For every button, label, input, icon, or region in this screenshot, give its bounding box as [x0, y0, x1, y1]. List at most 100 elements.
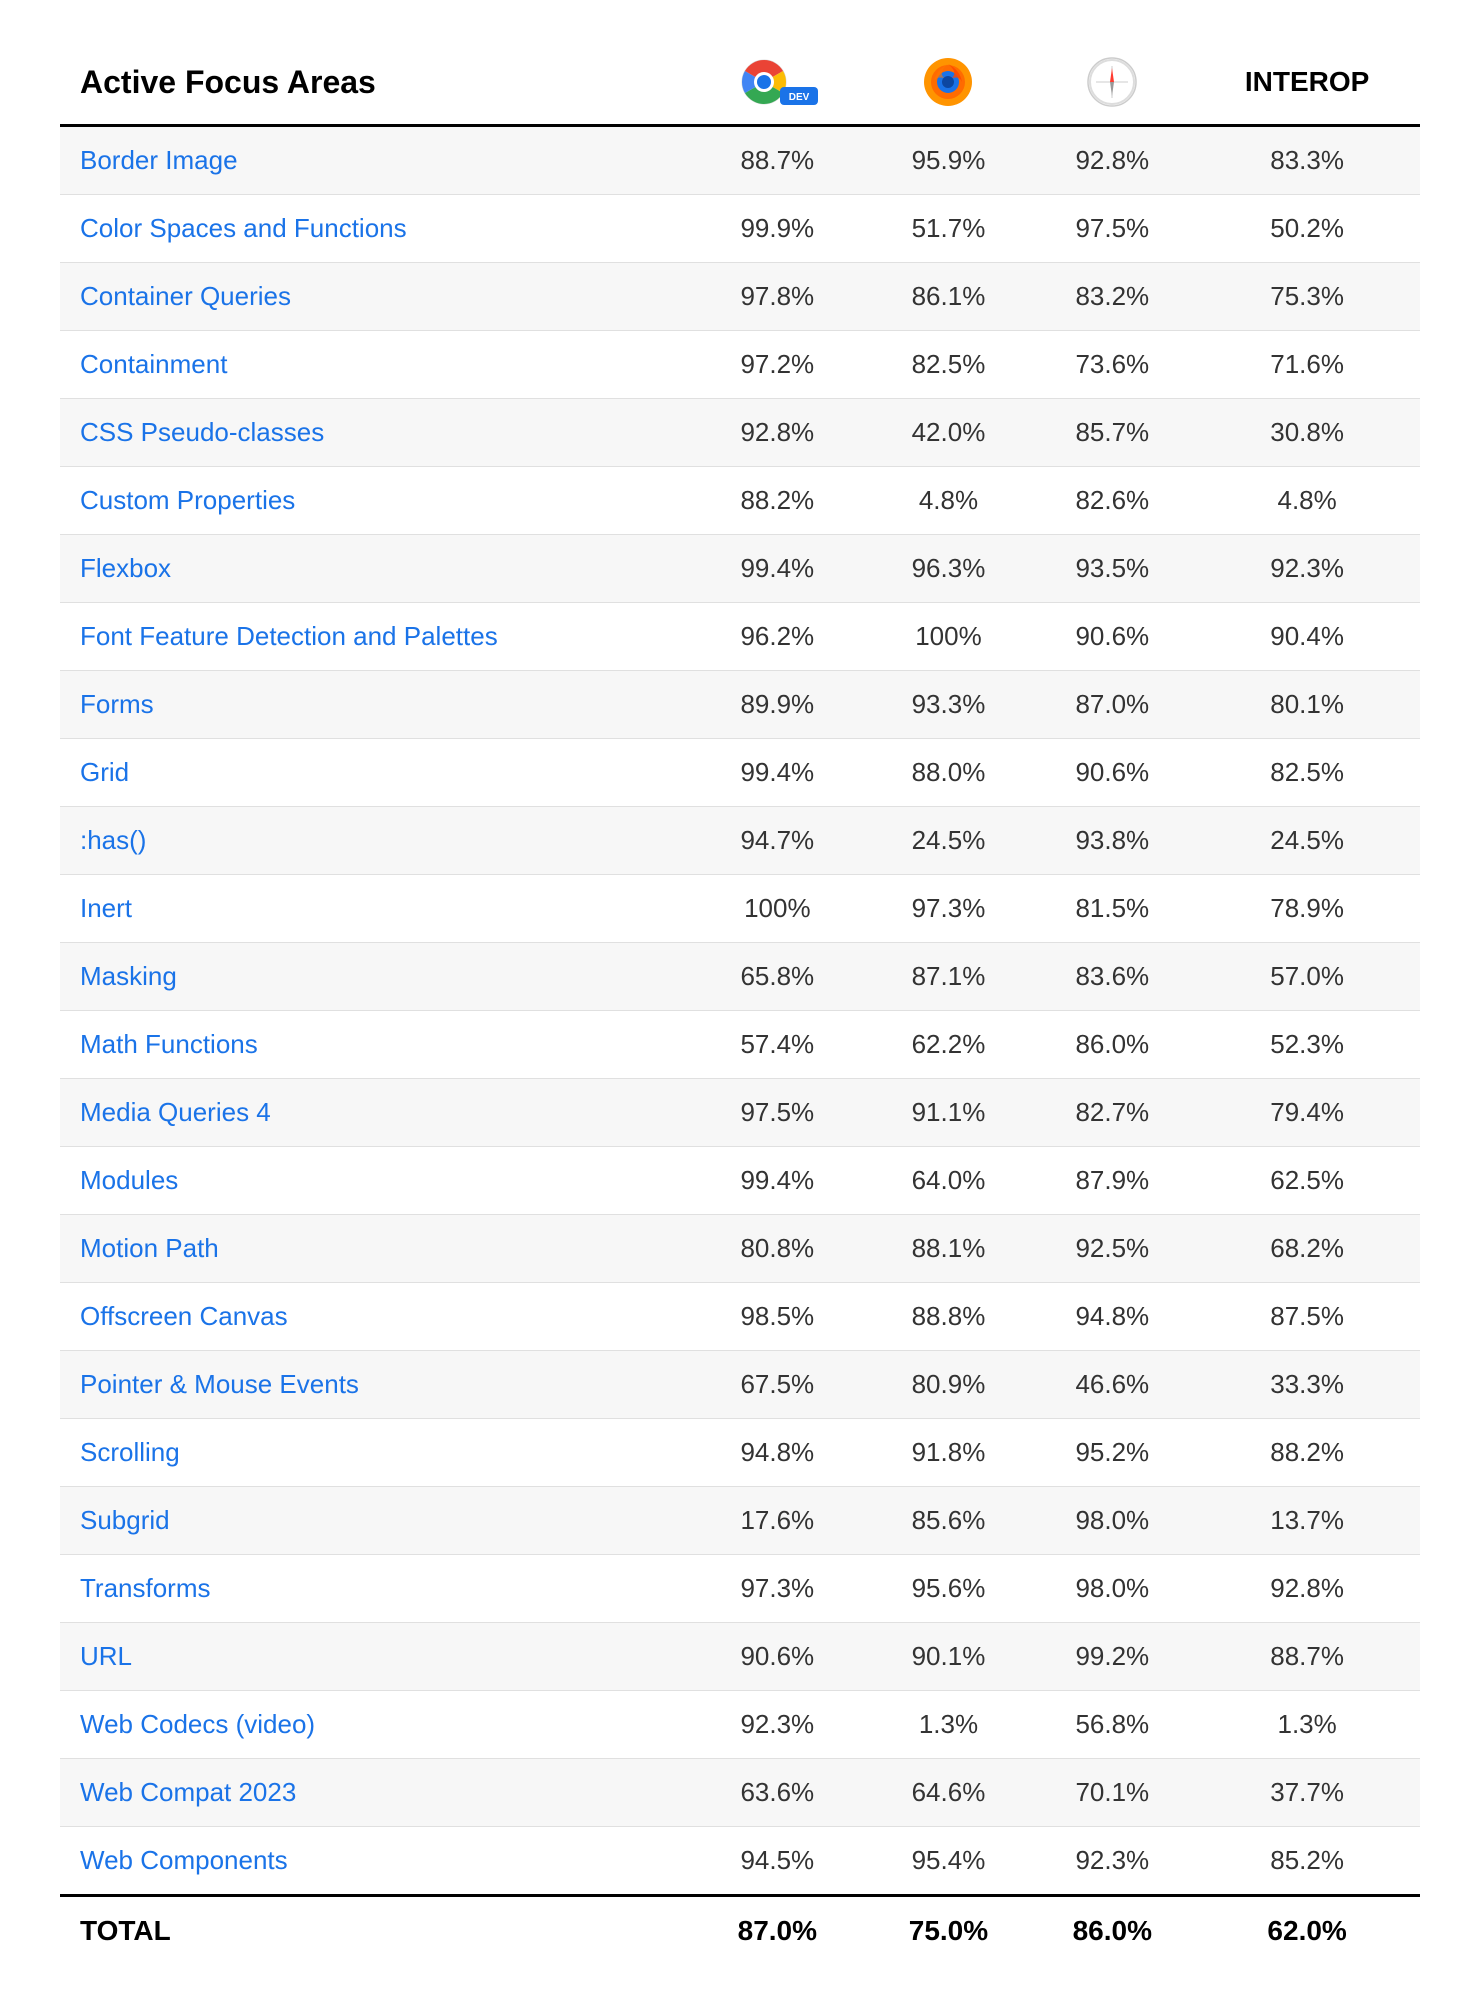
- row-feature-name[interactable]: Container Queries: [60, 263, 688, 331]
- row-chrome-value: 65.8%: [688, 943, 866, 1011]
- table-row: Media Queries 497.5%91.1%82.7%79.4%: [60, 1079, 1420, 1147]
- row-chrome-value: 94.7%: [688, 807, 866, 875]
- row-firefox-value: 62.2%: [867, 1011, 1031, 1079]
- table-row: Web Components94.5%95.4%92.3%85.2%: [60, 1827, 1420, 1896]
- row-safari-value: 83.2%: [1030, 263, 1194, 331]
- total-label: TOTAL: [60, 1896, 688, 1966]
- row-feature-name[interactable]: Flexbox: [60, 535, 688, 603]
- row-firefox-value: 95.9%: [867, 126, 1031, 195]
- row-feature-name[interactable]: Math Functions: [60, 1011, 688, 1079]
- row-firefox-value: 86.1%: [867, 263, 1031, 331]
- row-interop-value: 37.7%: [1194, 1759, 1420, 1827]
- row-feature-name[interactable]: Border Image: [60, 126, 688, 195]
- table-row: CSS Pseudo-classes92.8%42.0%85.7%30.8%: [60, 399, 1420, 467]
- row-feature-name[interactable]: Web Components: [60, 1827, 688, 1896]
- row-firefox-value: 88.0%: [867, 739, 1031, 807]
- safari-icon: [1086, 56, 1138, 108]
- table-row: Web Compat 202363.6%64.6%70.1%37.7%: [60, 1759, 1420, 1827]
- row-feature-name[interactable]: Offscreen Canvas: [60, 1283, 688, 1351]
- row-safari-value: 56.8%: [1030, 1691, 1194, 1759]
- row-chrome-value: 67.5%: [688, 1351, 866, 1419]
- row-feature-name[interactable]: Web Codecs (video): [60, 1691, 688, 1759]
- table-body: Border Image88.7%95.9%92.8%83.3%Color Sp…: [60, 126, 1420, 1896]
- row-safari-value: 98.0%: [1030, 1487, 1194, 1555]
- row-interop-value: 62.5%: [1194, 1147, 1420, 1215]
- row-safari-value: 85.7%: [1030, 399, 1194, 467]
- row-chrome-value: 88.2%: [688, 467, 866, 535]
- row-safari-value: 92.3%: [1030, 1827, 1194, 1896]
- row-chrome-value: 97.2%: [688, 331, 866, 399]
- table-row: Offscreen Canvas98.5%88.8%94.8%87.5%: [60, 1283, 1420, 1351]
- table-row: Border Image88.7%95.9%92.8%83.3%: [60, 126, 1420, 195]
- row-safari-value: 87.9%: [1030, 1147, 1194, 1215]
- row-firefox-value: 82.5%: [867, 331, 1031, 399]
- row-feature-name[interactable]: Scrolling: [60, 1419, 688, 1487]
- row-interop-value: 92.3%: [1194, 535, 1420, 603]
- row-firefox-value: 51.7%: [867, 195, 1031, 263]
- row-feature-name[interactable]: Web Compat 2023: [60, 1759, 688, 1827]
- row-feature-name[interactable]: Forms: [60, 671, 688, 739]
- total-chrome: 87.0%: [688, 1896, 866, 1966]
- row-firefox-value: 64.6%: [867, 1759, 1031, 1827]
- row-chrome-value: 97.8%: [688, 263, 866, 331]
- firefox-icon-container: [887, 56, 1011, 108]
- table-row: Web Codecs (video)92.3%1.3%56.8%1.3%: [60, 1691, 1420, 1759]
- row-firefox-value: 95.4%: [867, 1827, 1031, 1896]
- row-feature-name[interactable]: Modules: [60, 1147, 688, 1215]
- row-chrome-value: 89.9%: [688, 671, 866, 739]
- row-chrome-value: 80.8%: [688, 1215, 866, 1283]
- row-chrome-value: 99.9%: [688, 195, 866, 263]
- row-interop-value: 30.8%: [1194, 399, 1420, 467]
- row-safari-value: 70.1%: [1030, 1759, 1194, 1827]
- row-firefox-value: 91.1%: [867, 1079, 1031, 1147]
- row-feature-name[interactable]: Transforms: [60, 1555, 688, 1623]
- row-firefox-value: 1.3%: [867, 1691, 1031, 1759]
- row-chrome-value: 99.4%: [688, 739, 866, 807]
- table-row: Pointer & Mouse Events67.5%80.9%46.6%33.…: [60, 1351, 1420, 1419]
- row-chrome-value: 100%: [688, 875, 866, 943]
- row-feature-name[interactable]: Inert: [60, 875, 688, 943]
- row-feature-name[interactable]: :has(): [60, 807, 688, 875]
- row-chrome-value: 97.3%: [688, 1555, 866, 1623]
- row-interop-value: 24.5%: [1194, 807, 1420, 875]
- row-chrome-value: 94.8%: [688, 1419, 866, 1487]
- row-feature-name[interactable]: Masking: [60, 943, 688, 1011]
- row-safari-value: 98.0%: [1030, 1555, 1194, 1623]
- row-safari-value: 87.0%: [1030, 671, 1194, 739]
- row-interop-value: 50.2%: [1194, 195, 1420, 263]
- row-feature-name[interactable]: Pointer & Mouse Events: [60, 1351, 688, 1419]
- row-feature-name[interactable]: Grid: [60, 739, 688, 807]
- row-interop-value: 80.1%: [1194, 671, 1420, 739]
- table-row: Inert100%97.3%81.5%78.9%: [60, 875, 1420, 943]
- row-firefox-value: 90.1%: [867, 1623, 1031, 1691]
- row-firefox-value: 42.0%: [867, 399, 1031, 467]
- row-safari-value: 92.8%: [1030, 126, 1194, 195]
- table-row: Subgrid17.6%85.6%98.0%13.7%: [60, 1487, 1420, 1555]
- row-chrome-value: 96.2%: [688, 603, 866, 671]
- total-interop: 62.0%: [1194, 1896, 1420, 1966]
- row-feature-name[interactable]: CSS Pseudo-classes: [60, 399, 688, 467]
- row-feature-name[interactable]: Color Spaces and Functions: [60, 195, 688, 263]
- table-row: Flexbox99.4%96.3%93.5%92.3%: [60, 535, 1420, 603]
- row-chrome-value: 57.4%: [688, 1011, 866, 1079]
- row-feature-name[interactable]: Containment: [60, 331, 688, 399]
- row-firefox-value: 85.6%: [867, 1487, 1031, 1555]
- chrome-icon-container: DEV: [708, 57, 846, 107]
- row-feature-name[interactable]: Subgrid: [60, 1487, 688, 1555]
- row-firefox-value: 93.3%: [867, 671, 1031, 739]
- table-row: :has()94.7%24.5%93.8%24.5%: [60, 807, 1420, 875]
- row-safari-value: 92.5%: [1030, 1215, 1194, 1283]
- row-feature-name[interactable]: Motion Path: [60, 1215, 688, 1283]
- row-interop-value: 78.9%: [1194, 875, 1420, 943]
- row-chrome-value: 92.3%: [688, 1691, 866, 1759]
- row-safari-value: 99.2%: [1030, 1623, 1194, 1691]
- row-feature-name[interactable]: URL: [60, 1623, 688, 1691]
- row-chrome-value: 88.7%: [688, 126, 866, 195]
- row-interop-value: 57.0%: [1194, 943, 1420, 1011]
- row-firefox-value: 87.1%: [867, 943, 1031, 1011]
- row-feature-name[interactable]: Font Feature Detection and Palettes: [60, 603, 688, 671]
- row-firefox-value: 96.3%: [867, 535, 1031, 603]
- row-feature-name[interactable]: Custom Properties: [60, 467, 688, 535]
- row-interop-value: 52.3%: [1194, 1011, 1420, 1079]
- row-feature-name[interactable]: Media Queries 4: [60, 1079, 688, 1147]
